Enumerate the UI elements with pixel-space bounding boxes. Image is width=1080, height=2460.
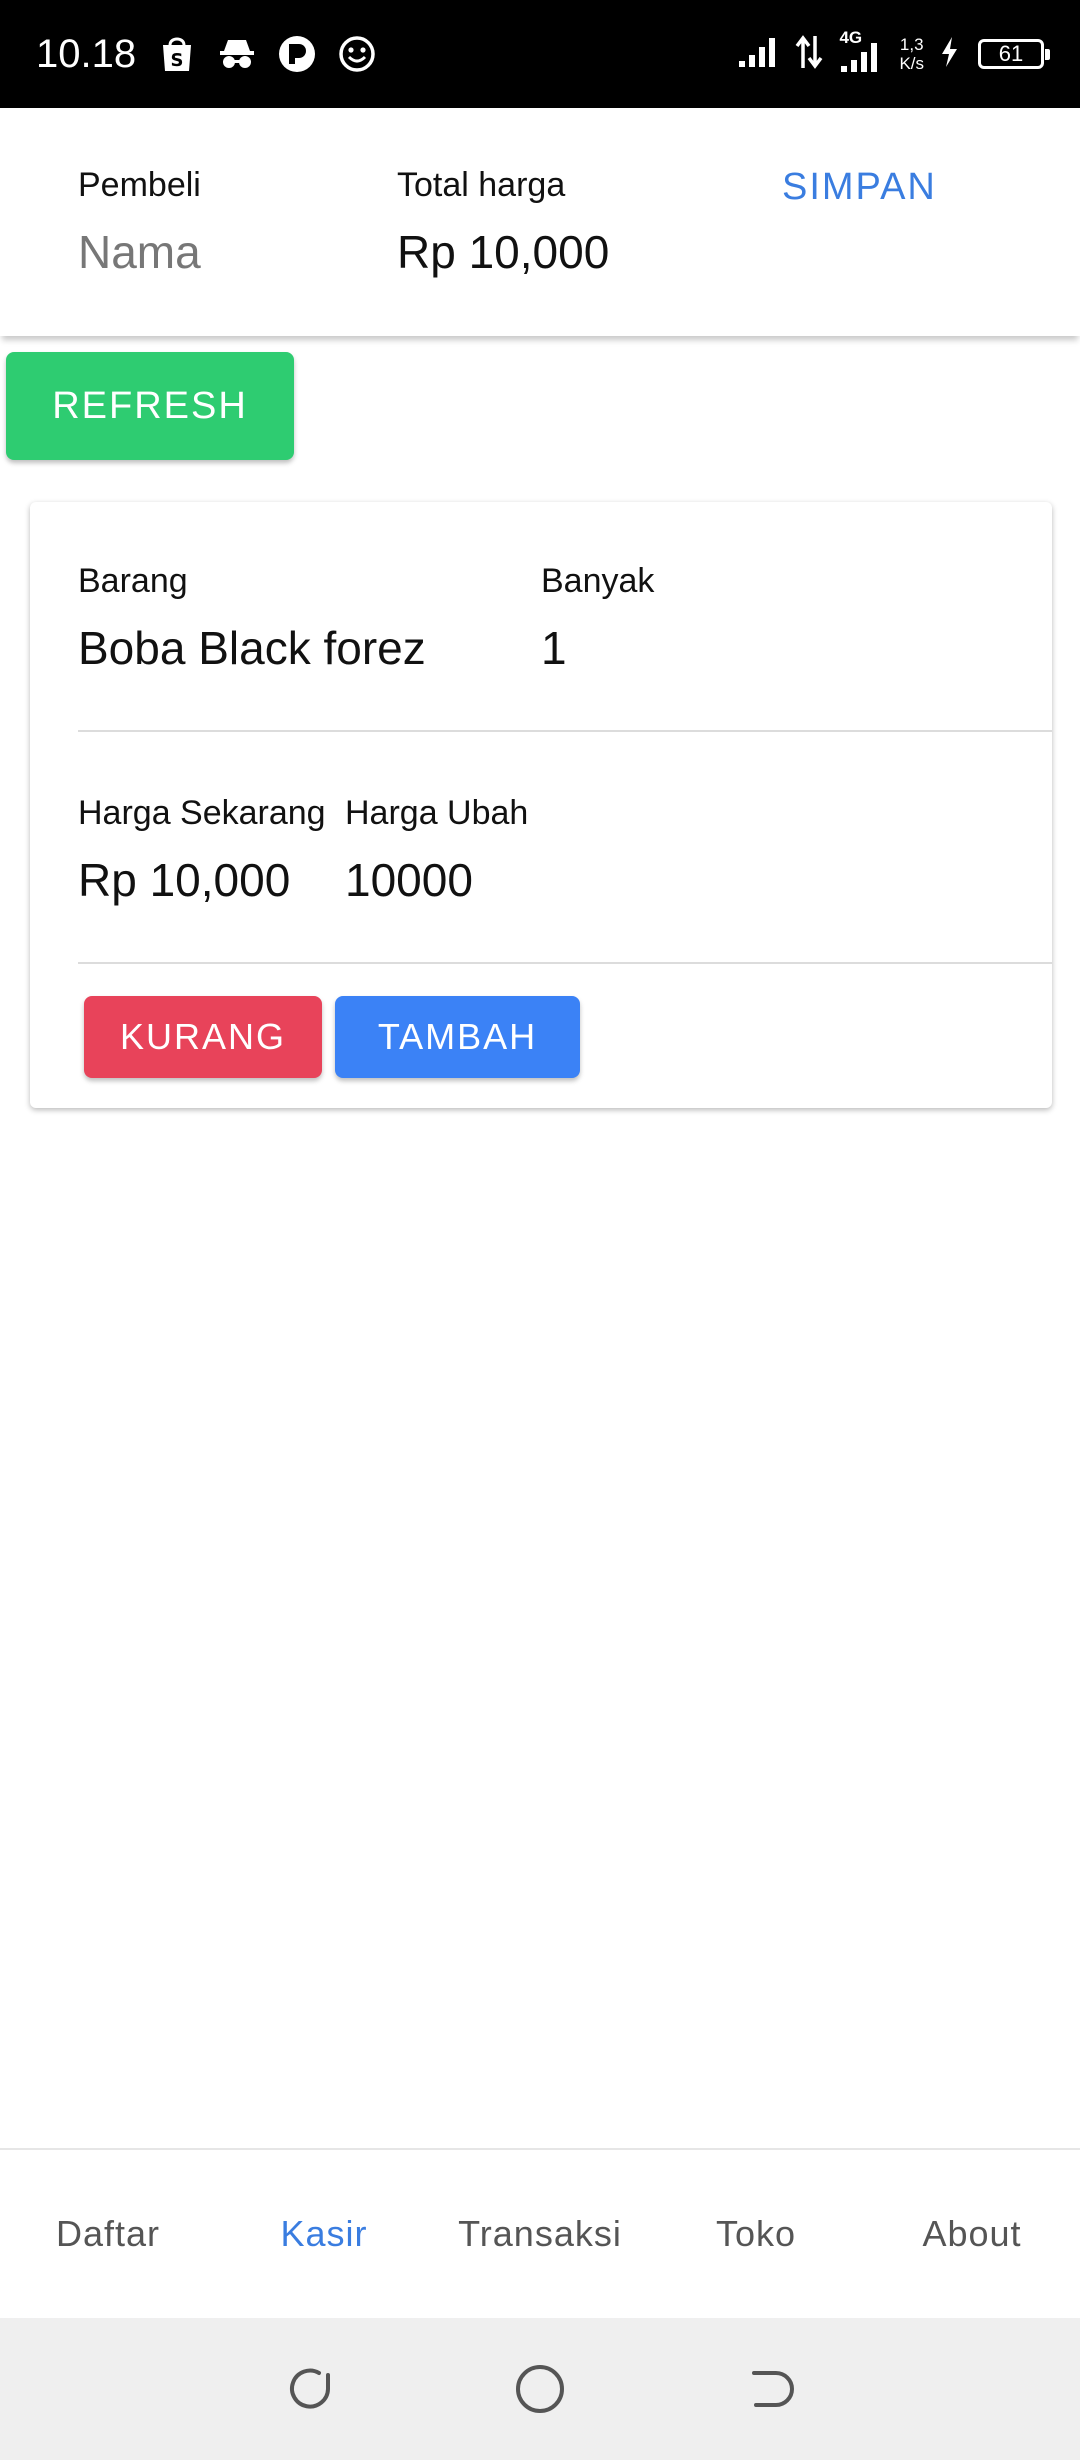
buyer-field[interactable]: Pembeli Nama (78, 166, 201, 279)
svg-text:S: S (171, 50, 184, 71)
cart-item-card: Barang Boba Black forez Banyak 1 Harga S… (30, 502, 1052, 1108)
total-value: Rp 10,000 (397, 226, 610, 278)
app-badge-icon (278, 35, 316, 73)
decrease-button[interactable]: KURANG (84, 996, 322, 1078)
system-navigation-bar (0, 2318, 1080, 2460)
current-price-field: Harga Sekarang Rp 10,000 (78, 794, 326, 907)
nav-item-daftar[interactable]: Daftar (0, 2213, 216, 2255)
bottom-navigation: Daftar Kasir Transaksi Toko About (0, 2148, 1080, 2318)
nav-item-kasir[interactable]: Kasir (216, 2213, 432, 2255)
signal-icon (737, 35, 781, 74)
buyer-label: Pembeli (78, 166, 201, 204)
refresh-button[interactable]: REFRESH (6, 352, 294, 460)
divider (78, 962, 1052, 964)
battery-level: 61 (998, 41, 1024, 66)
current-price-value: Rp 10,000 (78, 854, 291, 906)
total-label: Total harga (397, 166, 566, 204)
current-price-label: Harga Sekarang (78, 794, 326, 832)
network-speed: 1,3 K/s (899, 35, 924, 73)
changed-price-field[interactable]: Harga Ubah 10000 (345, 794, 528, 907)
battery-icon: 61 (978, 39, 1050, 69)
data-arrows-icon (795, 34, 823, 75)
incognito-icon (218, 35, 256, 73)
nav-item-about[interactable]: About (864, 2213, 1080, 2255)
home-icon[interactable] (510, 2359, 570, 2419)
quantity-value: 1 (541, 622, 567, 674)
status-right-icons: 4G 1,3 K/s 61 (737, 28, 1050, 75)
order-header: Pembeli Nama Total harga Rp 10,000 SIMPA… (0, 108, 1080, 336)
signal-4g-icon: 4G (837, 28, 885, 74)
nav-item-toko[interactable]: Toko (648, 2213, 864, 2255)
recents-icon[interactable] (280, 2359, 340, 2419)
charging-icon (938, 35, 960, 74)
divider (78, 730, 1052, 732)
quantity-field: Banyak 1 (541, 562, 654, 675)
shopee-bag-icon: S (158, 35, 196, 73)
changed-price-input[interactable]: 10000 (345, 853, 528, 907)
quantity-label: Banyak (541, 562, 655, 600)
item-name: Boba Black forez (78, 622, 426, 674)
item-name-field: Barang Boba Black forez (78, 562, 426, 675)
increase-button[interactable]: TAMBAH (335, 996, 580, 1078)
network-speed-unit: K/s (899, 54, 924, 73)
save-button[interactable]: SIMPAN (782, 166, 937, 209)
total-price: Total harga Rp 10,000 (397, 166, 609, 279)
buyer-name-input[interactable]: Nama (78, 225, 201, 279)
changed-price-label: Harga Ubah (345, 794, 529, 832)
network-speed-value: 1,3 (899, 35, 924, 54)
back-icon[interactable] (740, 2359, 800, 2419)
app-screen: 10.18 S 4G 1,3 K/s 61 Pembeli Nama Total… (0, 0, 1080, 2460)
nav-item-transaksi[interactable]: Transaksi (432, 2213, 648, 2255)
smiley-icon (338, 35, 376, 73)
status-left-icons: S (158, 35, 376, 73)
status-time: 10.18 (36, 31, 137, 76)
item-label: Barang (78, 562, 188, 600)
